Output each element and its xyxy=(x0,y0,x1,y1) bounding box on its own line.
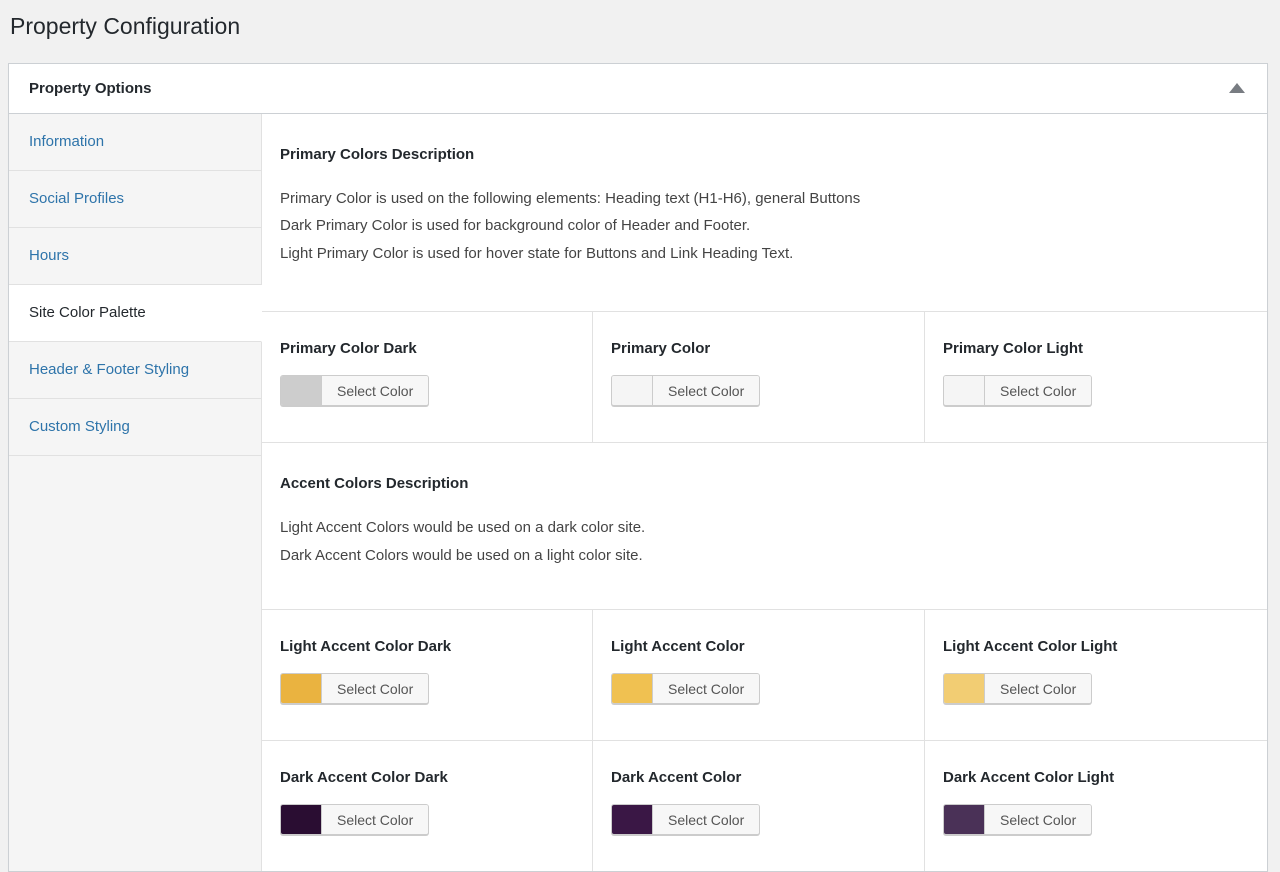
panel-header: Property Options xyxy=(9,64,1267,114)
select-color-button[interactable]: Select Color xyxy=(943,673,1092,704)
color-swatch xyxy=(944,805,984,834)
section-heading: Accent Colors Description xyxy=(280,475,1243,492)
description-line: Dark Primary Color is used for backgroun… xyxy=(280,212,1243,240)
color-swatch xyxy=(612,805,652,834)
color-swatch xyxy=(612,376,652,405)
panel-body: Information Social Profiles Hours Site C… xyxy=(9,114,1267,872)
select-color-button[interactable]: Select Color xyxy=(943,804,1092,835)
select-color-label: Select Color xyxy=(652,674,759,703)
color-field-light-accent-color-light: Light Accent Color Light Select Color xyxy=(925,610,1267,740)
select-color-button[interactable]: Select Color xyxy=(611,804,760,835)
description-line: Light Accent Colors would be used on a d… xyxy=(280,514,1243,542)
dark-accent-colors-row: Dark Accent Color Dark Select Color Dark… xyxy=(262,741,1267,871)
light-accent-colors-row: Light Accent Color Dark Select Color Lig… xyxy=(262,610,1267,741)
select-color-button[interactable]: Select Color xyxy=(943,375,1092,406)
select-color-label: Select Color xyxy=(984,674,1091,703)
primary-colors-row: Primary Color Dark Select Color Primary … xyxy=(262,312,1267,443)
select-color-label: Select Color xyxy=(984,376,1091,405)
select-color-label: Select Color xyxy=(321,805,428,834)
color-field-primary-color-light: Primary Color Light Select Color xyxy=(925,312,1267,442)
color-swatch xyxy=(612,674,652,703)
color-field-dark-accent-color-dark: Dark Accent Color Dark Select Color xyxy=(262,741,593,871)
primary-colors-description-section: Primary Colors Description Primary Color… xyxy=(262,114,1267,313)
description-line: Dark Accent Colors would be used on a li… xyxy=(280,542,1243,570)
sidebar-item-hours[interactable]: Hours xyxy=(9,228,262,285)
section-heading: Primary Colors Description xyxy=(280,146,1243,163)
color-swatch xyxy=(281,674,321,703)
tab-panel-site-color-palette: Primary Colors Description Primary Color… xyxy=(262,114,1267,872)
color-swatch xyxy=(281,805,321,834)
color-swatch xyxy=(281,376,321,405)
description-line: Light Primary Color is used for hover st… xyxy=(280,240,1243,268)
color-field-label: Dark Accent Color Dark xyxy=(280,769,568,786)
select-color-button[interactable]: Select Color xyxy=(280,673,429,704)
color-field-label: Light Accent Color xyxy=(611,638,900,655)
select-color-button[interactable]: Select Color xyxy=(280,375,429,406)
sidebar-item-custom-styling[interactable]: Custom Styling xyxy=(9,399,262,456)
color-field-label: Primary Color xyxy=(611,340,900,357)
color-field-label: Primary Color Light xyxy=(943,340,1243,357)
color-field-label: Dark Accent Color Light xyxy=(943,769,1243,786)
triangle-up-icon xyxy=(1229,83,1245,93)
color-field-primary-color: Primary Color Select Color xyxy=(593,312,925,442)
color-swatch xyxy=(944,376,984,405)
color-field-dark-accent-color: Dark Accent Color Select Color xyxy=(593,741,925,871)
color-field-label: Primary Color Dark xyxy=(280,340,568,357)
property-options-panel: Property Options Information Social Prof… xyxy=(8,63,1268,872)
page-title: Property Configuration xyxy=(0,0,1280,42)
sidebar-filler xyxy=(9,456,262,872)
sidebar-item-header-footer-styling[interactable]: Header & Footer Styling xyxy=(9,342,262,399)
select-color-button[interactable]: Select Color xyxy=(280,804,429,835)
description-line: Primary Color is used on the following e… xyxy=(280,185,1243,213)
select-color-button[interactable]: Select Color xyxy=(611,375,760,406)
sidebar-item-site-color-palette[interactable]: Site Color Palette xyxy=(9,285,262,342)
select-color-label: Select Color xyxy=(321,376,428,405)
color-field-label: Light Accent Color Light xyxy=(943,638,1243,655)
color-field-primary-color-dark: Primary Color Dark Select Color xyxy=(262,312,593,442)
select-color-label: Select Color xyxy=(652,805,759,834)
select-color-label: Select Color xyxy=(321,674,428,703)
color-field-dark-accent-color-light: Dark Accent Color Light Select Color xyxy=(925,741,1267,871)
color-field-label: Light Accent Color Dark xyxy=(280,638,568,655)
color-field-light-accent-color-dark: Light Accent Color Dark Select Color xyxy=(262,610,593,740)
sidebar-item-social-profiles[interactable]: Social Profiles xyxy=(9,171,262,228)
color-field-label: Dark Accent Color xyxy=(611,769,900,786)
color-field-light-accent-color: Light Accent Color Select Color xyxy=(593,610,925,740)
select-color-label: Select Color xyxy=(652,376,759,405)
panel-collapse-toggle[interactable] xyxy=(1219,70,1255,106)
settings-tab-list: Information Social Profiles Hours Site C… xyxy=(9,114,262,872)
sidebar-item-information[interactable]: Information xyxy=(9,114,262,171)
color-swatch xyxy=(944,674,984,703)
select-color-button[interactable]: Select Color xyxy=(611,673,760,704)
panel-title: Property Options xyxy=(29,80,152,97)
select-color-label: Select Color xyxy=(984,805,1091,834)
accent-colors-description-section: Accent Colors Description Light Accent C… xyxy=(262,443,1267,610)
